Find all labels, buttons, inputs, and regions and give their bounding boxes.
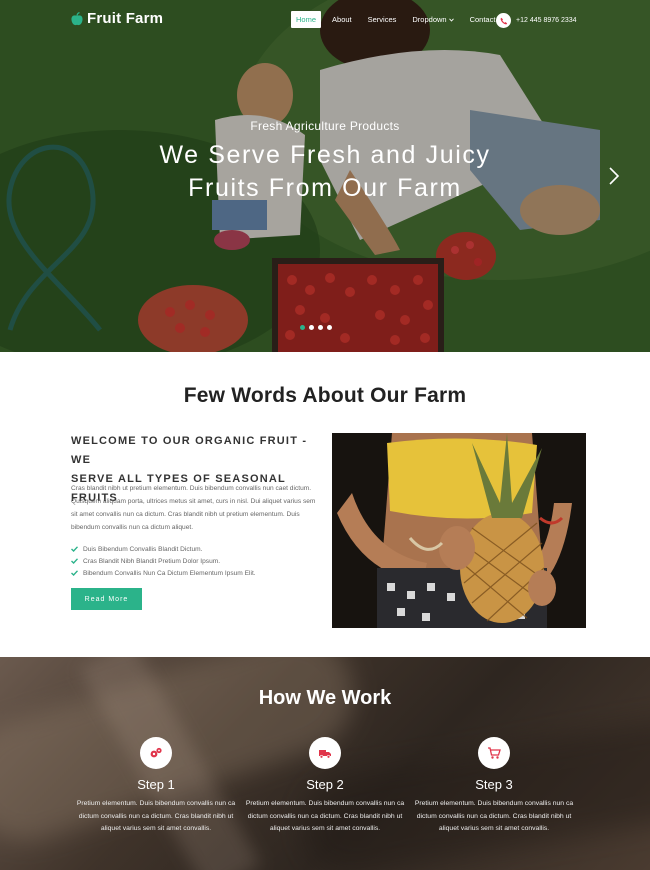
hero-title-line-2: Fruits From Our Farm (188, 174, 462, 202)
slider-dots (300, 325, 332, 330)
truck-icon (309, 737, 341, 769)
checklist-item: Bibendum Convallis Nun Ca Dictum Element… (71, 567, 256, 579)
about-heading-line-1: WELCOME TO OUR ORGANIC FRUIT - WE (71, 435, 308, 466)
step-card-1: Step 1 Pretium elementum. Duis bibendum … (76, 737, 236, 836)
step-card-3: Step 3 Pretium elementum. Duis bibendum … (414, 737, 574, 836)
about-paragraph: Cras blandit nibh ut pretium elementum. … (71, 485, 316, 531)
top-navbar: Fruit Farm Home About Services Dropdown … (0, 0, 650, 38)
nav-services-label: Services (367, 15, 397, 24)
main-menu: Home About Services Dropdown Contact (291, 11, 506, 28)
step-text: Pretium elementum. Duis bibendum convall… (76, 800, 236, 832)
check-icon (71, 570, 78, 576)
cart-icon (478, 737, 510, 769)
step-text: Pretium elementum. Duis bibendum convall… (245, 800, 405, 832)
apple-icon (71, 11, 83, 25)
nav-dropdown-label: Dropdown (412, 15, 447, 24)
nav-home[interactable]: Home (291, 11, 322, 28)
read-more-button[interactable]: Read More (71, 588, 142, 610)
phone-icon (496, 13, 511, 28)
brand-name: Fruit Farm (87, 10, 164, 27)
brand-logo[interactable]: Fruit Farm (71, 10, 163, 27)
checklist-item: Duis Bibendum Convallis Blandit Dictum. (71, 543, 256, 555)
nav-home-label: Home (296, 15, 317, 24)
check-icon (71, 558, 78, 564)
checklist-text: Duis Bibendum Convallis Blandit Dictum. (83, 545, 203, 553)
how-we-work-section: How We Work Step 1 Pretium elementum. Du… (0, 657, 650, 870)
about-title: Few Words About Our Farm (183, 384, 467, 407)
slider-dot-3[interactable] (318, 325, 323, 330)
step-title: Step 1 (137, 777, 175, 792)
pineapple-photo (332, 433, 586, 628)
step-title: Step 2 (306, 777, 344, 792)
checklist-text: Bibendum Convallis Nun Ca Dictum Element… (83, 569, 256, 577)
check-icon (71, 546, 78, 552)
nav-contact-label: Contact (469, 15, 496, 24)
about-checklist: Duis Bibendum Convallis Blandit Dictum. … (71, 543, 256, 579)
work-title: How We Work (258, 687, 392, 709)
gears-icon (140, 737, 172, 769)
slider-dot-4[interactable] (327, 325, 332, 330)
nav-services[interactable]: Services (363, 11, 402, 28)
hero-slider: Fruit Farm Home About Services Dropdown … (0, 0, 650, 352)
about-section: Few Words About Our Farm WELCOME TO OUR … (0, 352, 650, 657)
phone-number: +12 445 8976 2334 (516, 17, 577, 24)
hero-title-line-1: We Serve Fresh and Juicy (159, 141, 491, 169)
nav-dropdown[interactable]: Dropdown (407, 11, 458, 28)
slider-dot-1[interactable] (300, 325, 305, 330)
step-card-2: Step 2 Pretium elementum. Duis bibendum … (245, 737, 405, 836)
slider-dot-2[interactable] (309, 325, 314, 330)
phone-contact[interactable]: +12 445 8976 2334 (496, 13, 577, 28)
chevron-down-icon (448, 17, 454, 22)
nav-about-label: About (332, 15, 352, 24)
nav-about[interactable]: About (327, 11, 357, 28)
chevron-right-icon[interactable] (606, 165, 622, 187)
checklist-item: Cras Blandit Nibh Blandit Pretium Dolor … (71, 555, 256, 567)
checklist-text: Cras Blandit Nibh Blandit Pretium Dolor … (83, 557, 221, 565)
step-text: Pretium elementum. Duis bibendum convall… (414, 800, 574, 832)
hero-subtitle: Fresh Agriculture Products (250, 119, 400, 133)
step-title: Step 3 (475, 777, 513, 792)
hero-title: We Serve Fresh and Juicy Fruits From Our… (0, 139, 650, 205)
